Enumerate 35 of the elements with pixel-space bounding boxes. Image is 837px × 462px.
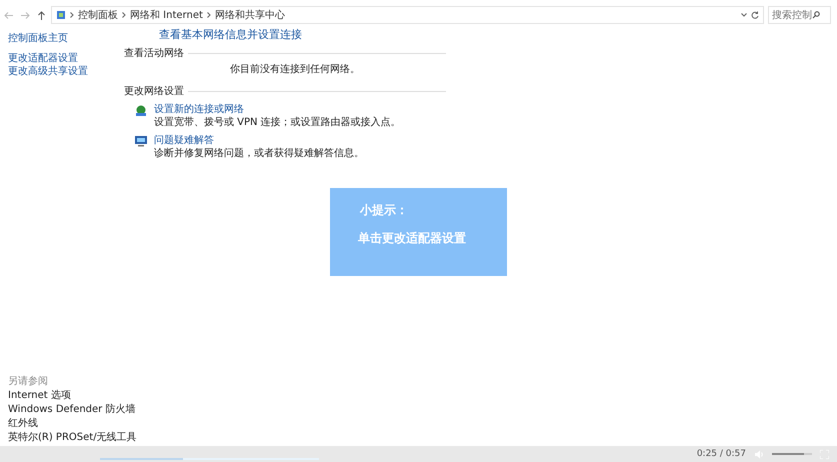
tip-heading: 小提示： xyxy=(360,202,409,219)
sidebar-link[interactable]: 更改高级共享设置 xyxy=(8,65,118,78)
task-description: 诊断并修复网络问题，或者获得疑难解答信息。 xyxy=(154,147,364,160)
task-link[interactable]: 设置新的连接或网络 xyxy=(154,104,401,116)
tip-text: 单击更改适配器设置 xyxy=(358,230,467,247)
section-heading: 更改网络设置 xyxy=(124,84,184,98)
section-heading: 查看活动网络 xyxy=(124,46,184,60)
task-link[interactable]: 问题疑难解答 xyxy=(154,135,364,147)
playback-time: 0:25 / 0:57 xyxy=(696,449,746,459)
status-message: 你目前没有连接到任何网络。 xyxy=(229,62,361,76)
sidebar-link[interactable]: 更改适配器设置 xyxy=(8,52,118,65)
see-also-link[interactable]: 英特尔(R) PROSet/无线工具 xyxy=(8,431,137,445)
forward-icon[interactable] xyxy=(21,12,30,18)
control-panel-icon xyxy=(56,10,66,20)
see-also-link[interactable]: Internet 选项 xyxy=(8,389,71,403)
back-icon[interactable] xyxy=(4,12,13,18)
search-field[interactable]: 搜索控制 xyxy=(768,6,831,24)
see-also-link[interactable]: 红外线 xyxy=(8,417,38,431)
breadcrumb[interactable]: 网络和共享中心 xyxy=(214,8,285,22)
page-title: 查看基本网络信息并设置连接 xyxy=(158,27,303,43)
see-also-heading: 另请参阅 xyxy=(8,375,48,389)
sidebar-link[interactable]: 控制面板主页 xyxy=(8,32,118,45)
chevron-icon xyxy=(70,12,74,18)
monitor-icon xyxy=(134,135,148,147)
dropdown-icon[interactable] xyxy=(741,13,747,17)
breadcrumb[interactable]: 网络和 Internet xyxy=(130,8,203,22)
refresh-icon[interactable] xyxy=(751,11,759,19)
see-also-link[interactable]: Windows Defender 防火墙 xyxy=(8,403,136,417)
search-icon xyxy=(812,11,820,19)
breadcrumb[interactable]: 控制面板 xyxy=(78,8,118,22)
chevron-icon xyxy=(122,12,126,18)
chevron-icon xyxy=(206,12,211,18)
task-description: 设置宽带、拨号或 VPN 连接；或设置路由器或接入点。 xyxy=(154,116,401,129)
up-icon[interactable] xyxy=(38,10,45,20)
address-bar[interactable]: 控制面板 网络和 Internet 网络和共享中心 xyxy=(51,6,764,24)
